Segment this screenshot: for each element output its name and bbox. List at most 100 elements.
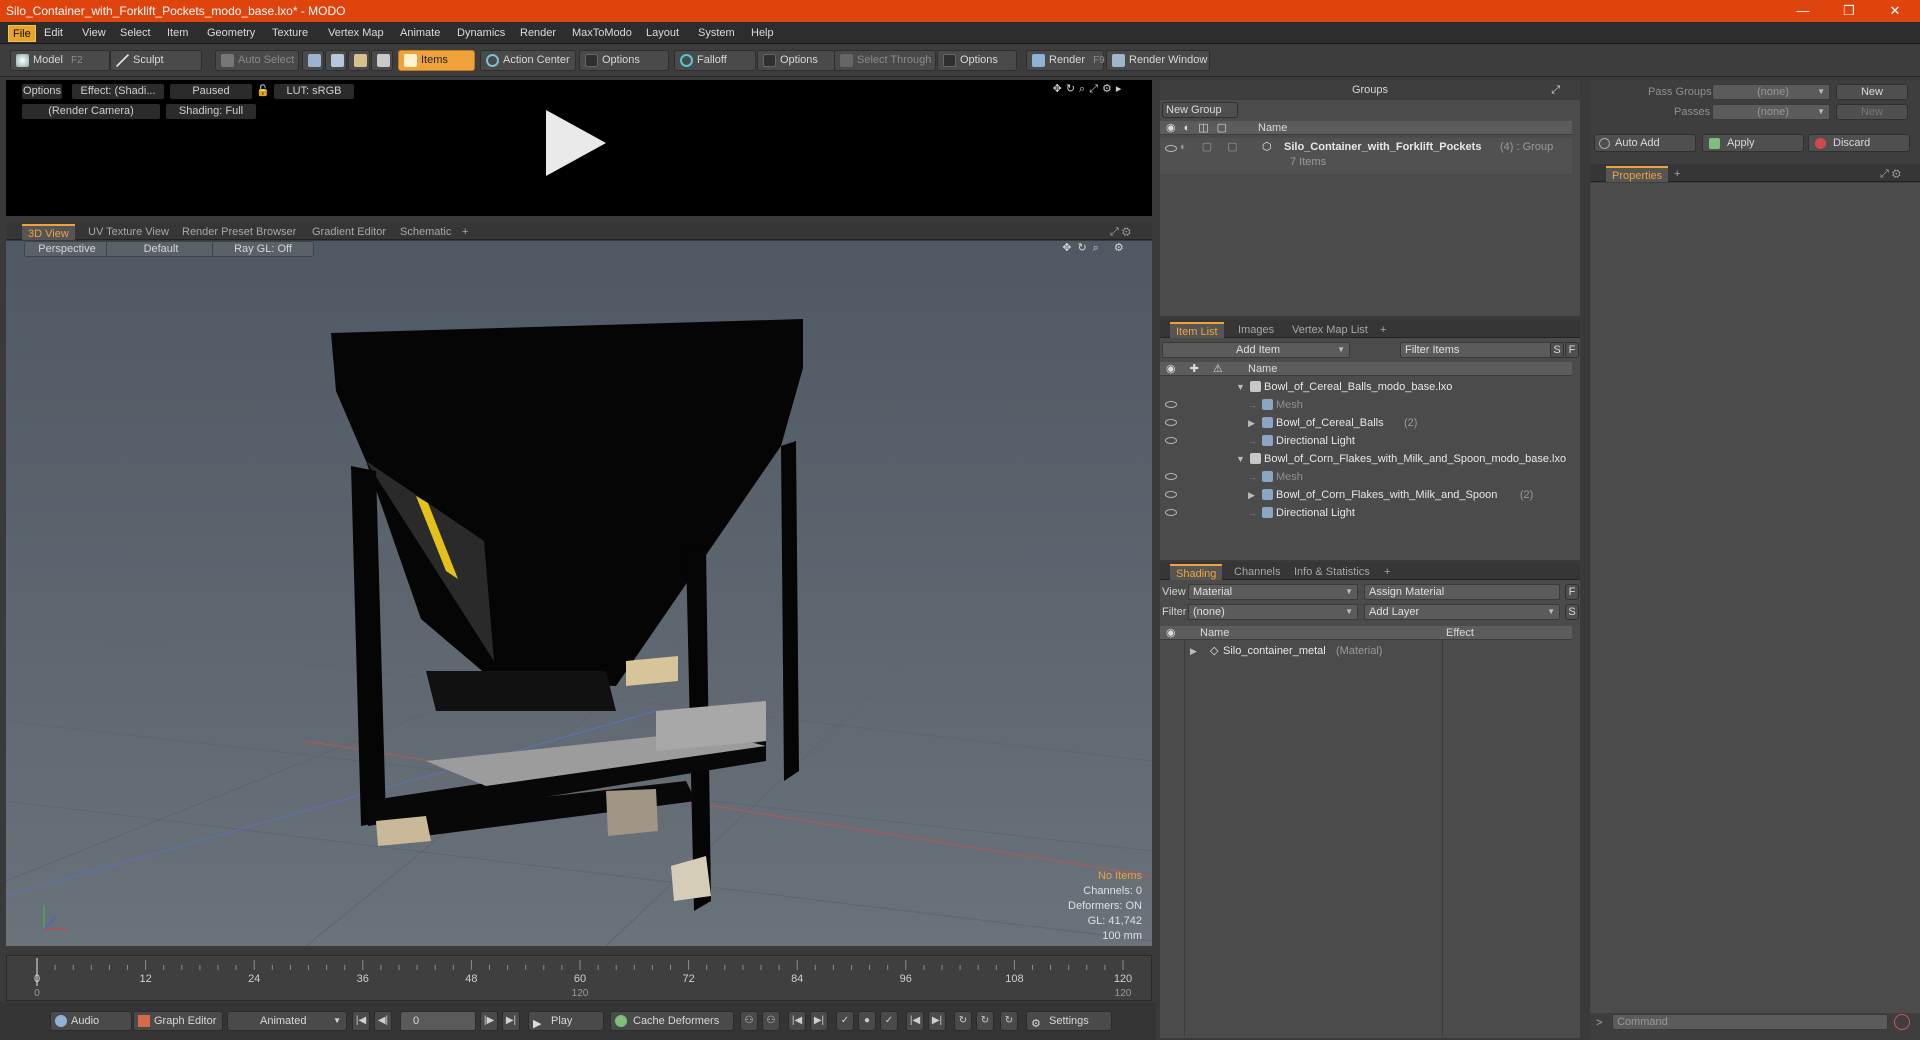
apply-button[interactable]: Apply bbox=[1702, 134, 1804, 152]
falloff-options-button[interactable]: Options bbox=[757, 50, 835, 71]
preview-nav-icons[interactable]: ✥↻⌕⤢⚙▸ bbox=[1034, 82, 1144, 97]
shading-s-button[interactable]: S bbox=[1565, 604, 1579, 620]
menu-dynamics[interactable]: Dynamics bbox=[453, 25, 509, 42]
menu-system[interactable]: System bbox=[694, 25, 739, 42]
item-list-row[interactable]: ▶ Bowl_of_Cereal_Balls (2) bbox=[1160, 414, 1572, 432]
key-icon[interactable]: ✓ bbox=[836, 1011, 854, 1031]
search-f-button[interactable]: F bbox=[1565, 342, 1579, 358]
loop-option-icon[interactable]: ↻ bbox=[976, 1011, 994, 1031]
next-key-icon[interactable]: ▶| bbox=[810, 1011, 828, 1031]
play-icon[interactable] bbox=[546, 110, 606, 176]
step-forward-icon[interactable]: |▶ bbox=[480, 1011, 498, 1031]
eye-icon[interactable] bbox=[1165, 473, 1177, 480]
new-pass-button[interactable]: New bbox=[1836, 104, 1908, 120]
item-list-row[interactable]: ▶ Bowl_of_Corn_Flakes_with_Milk_and_Spoon… bbox=[1160, 486, 1572, 504]
eye-icon[interactable] bbox=[1165, 145, 1177, 152]
menu-layout[interactable]: Layout bbox=[642, 25, 683, 42]
eye-icon[interactable] bbox=[1165, 419, 1177, 426]
item-list-row[interactable]: → Directional Light bbox=[1160, 504, 1572, 522]
add-tab-icon[interactable]: + bbox=[1668, 166, 1686, 182]
tab-gradient-editor[interactable]: Gradient Editor bbox=[306, 224, 392, 240]
audio-button[interactable]: Audio bbox=[50, 1011, 132, 1031]
item-list-row[interactable]: → Mesh bbox=[1160, 396, 1572, 414]
tab-render-preset-browser[interactable]: Render Preset Browser bbox=[176, 224, 302, 240]
collapse-icon[interactable]: ▼ bbox=[1236, 450, 1245, 468]
eye-icon[interactable] bbox=[1165, 509, 1177, 516]
loop-settings-icon[interactable]: ↻ bbox=[1000, 1011, 1018, 1031]
auto-add-button[interactable]: Auto Add bbox=[1594, 134, 1696, 152]
pass-groups-dropdown[interactable]: (none) bbox=[1712, 84, 1830, 100]
preview-paused-toggle[interactable]: Paused bbox=[170, 84, 252, 99]
minimize-button[interactable]: — bbox=[1780, 0, 1826, 22]
preview-camera-dropdown[interactable]: (Render Camera) bbox=[22, 104, 160, 119]
current-frame-field[interactable]: 0 bbox=[400, 1011, 476, 1031]
group-row[interactable]: ◐ ▢ ▢ ⬡ Silo_Container_with_Forklift_Poc… bbox=[1160, 138, 1572, 174]
items-mode-button[interactable]: Items bbox=[398, 50, 475, 71]
render-button[interactable]: Render F9 bbox=[1026, 50, 1105, 71]
menu-item[interactable]: Item bbox=[163, 25, 192, 42]
expand-icon[interactable]: ▶ bbox=[1248, 486, 1255, 504]
timeline[interactable]: 012243648607284961081200120120 bbox=[6, 955, 1152, 1001]
prev-key-icon[interactable]: |◀ bbox=[788, 1011, 806, 1031]
add-tab-icon[interactable]: + bbox=[456, 224, 474, 240]
tab-shading[interactable]: Shading bbox=[1170, 564, 1223, 580]
passes-dropdown[interactable]: (none) bbox=[1712, 104, 1830, 120]
materials-mode-button[interactable] bbox=[371, 50, 393, 71]
command-input[interactable]: Command bbox=[1612, 1014, 1888, 1030]
add-item-dropdown[interactable]: Add Item bbox=[1162, 342, 1350, 358]
vertices-mode-button[interactable] bbox=[302, 50, 324, 71]
eye-icon[interactable] bbox=[1165, 437, 1177, 444]
settings-button[interactable]: ⚙ Settings bbox=[1026, 1011, 1112, 1031]
view-dropdown[interactable]: Material bbox=[1188, 584, 1358, 600]
item-list-row[interactable]: → Directional Light bbox=[1160, 432, 1572, 450]
menu-file[interactable]: File bbox=[8, 25, 36, 42]
tab-3d-view[interactable]: 3D View bbox=[22, 224, 75, 240]
step-back-icon[interactable]: ◀| bbox=[374, 1011, 392, 1031]
edges-mode-button[interactable] bbox=[325, 50, 347, 71]
go-end-icon[interactable]: ▶| bbox=[502, 1011, 520, 1031]
item-list-row[interactable]: ▼ Bowl_of_Cereal_Balls_modo_base.lxo bbox=[1160, 378, 1572, 396]
polygons-mode-button[interactable] bbox=[348, 50, 370, 71]
search-s-button[interactable]: S bbox=[1550, 342, 1564, 358]
play-button[interactable]: ▶ Play bbox=[528, 1011, 604, 1031]
discard-button[interactable]: Discard bbox=[1808, 134, 1910, 152]
eye-icon[interactable] bbox=[1165, 401, 1177, 408]
command-record-icon[interactable] bbox=[1894, 1014, 1910, 1030]
add-tab-icon[interactable]: + bbox=[1374, 322, 1392, 338]
expand-icon[interactable]: ▶ bbox=[1190, 642, 1197, 660]
select-through-options-button[interactable]: Options bbox=[937, 50, 1017, 71]
add-tab-icon[interactable]: + bbox=[1378, 564, 1396, 580]
tab-images[interactable]: Images bbox=[1232, 322, 1280, 338]
sculpt-button[interactable]: Sculpt bbox=[110, 50, 202, 71]
menu-edit[interactable]: Edit bbox=[40, 25, 67, 42]
keyframe-tool-icon-2[interactable]: ⚇ bbox=[762, 1011, 780, 1031]
menu-vertex-map[interactable]: Vertex Map bbox=[324, 25, 388, 42]
select-through-button[interactable]: Select Through bbox=[834, 50, 936, 71]
next-marker-icon[interactable]: ▶| bbox=[928, 1011, 946, 1031]
menu-animate[interactable]: Animate bbox=[396, 25, 444, 42]
menu-help[interactable]: Help bbox=[747, 25, 778, 42]
preview-shading-dropdown[interactable]: Shading: Full bbox=[166, 104, 256, 119]
action-center-options-button[interactable]: Options bbox=[579, 50, 669, 71]
collapse-icon[interactable]: ▼ bbox=[1236, 378, 1245, 396]
menu-select[interactable]: Select bbox=[116, 25, 155, 42]
menu-geometry[interactable]: Geometry bbox=[203, 25, 259, 42]
tab-vertex-map-list[interactable]: Vertex Map List bbox=[1286, 322, 1374, 338]
tab-properties[interactable]: Properties bbox=[1606, 166, 1669, 182]
loop-icon[interactable]: ↻ bbox=[954, 1011, 972, 1031]
add-layer-dropdown[interactable]: Add Layer bbox=[1364, 604, 1560, 620]
assign-material-button[interactable]: Assign Material bbox=[1364, 584, 1560, 600]
close-button[interactable]: ✕ bbox=[1872, 0, 1918, 22]
viewport-expand-icon[interactable]: ⤢ ⚙ bbox=[1104, 224, 1137, 240]
render-window-button[interactable]: Render Window bbox=[1106, 50, 1210, 71]
properties-expand-icon[interactable]: ⤢ ⚙ bbox=[1874, 166, 1907, 182]
cache-deformers-button[interactable]: Cache Deformers bbox=[610, 1011, 734, 1031]
group-lock-icons[interactable]: ◐ ▢ ▢ bbox=[1180, 138, 1244, 156]
tab-info-statistics[interactable]: Info & Statistics bbox=[1288, 564, 1376, 580]
graph-editor-button[interactable]: Graph Editor bbox=[133, 1011, 223, 1031]
item-list-row[interactable]: ▼ Bowl_of_Corn_Flakes_with_Milk_and_Spoon… bbox=[1160, 450, 1572, 468]
expand-icon[interactable]: ▶ bbox=[1248, 414, 1255, 432]
auto-key-icon[interactable]: ✓ bbox=[880, 1011, 898, 1031]
eye-icon[interactable] bbox=[1165, 491, 1177, 498]
new-group-button[interactable]: New Group bbox=[1162, 102, 1238, 118]
